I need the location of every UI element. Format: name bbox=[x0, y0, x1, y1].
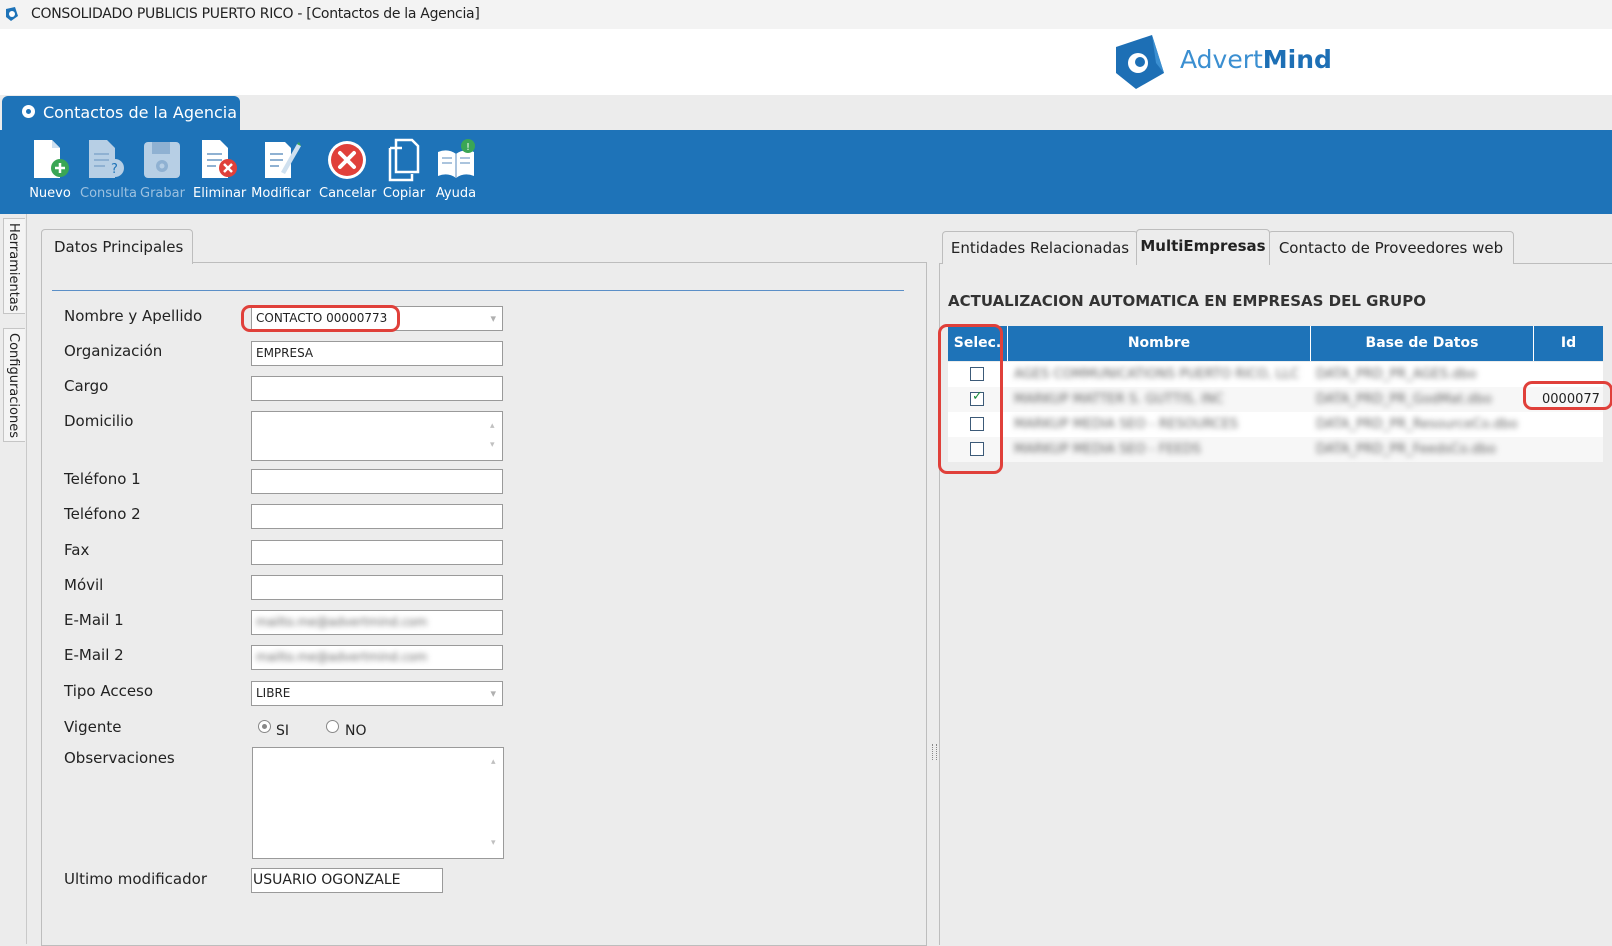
movil-field[interactable] bbox=[251, 575, 503, 600]
vigente-label: Vigente bbox=[64, 718, 122, 736]
organizacion-label: Organización bbox=[64, 342, 163, 360]
email2-field[interactable]: mailto.me@advertmind.com bbox=[251, 645, 503, 670]
tipo-acceso-label: Tipo Acceso bbox=[64, 682, 154, 700]
cancel-icon bbox=[328, 141, 366, 179]
consulta-button[interactable]: ? Consulta bbox=[80, 138, 137, 210]
brand-bar: AdvertMind bbox=[0, 29, 1612, 95]
row-checkbox[interactable] bbox=[970, 367, 984, 381]
nombre-label: Nombre y Apellido bbox=[64, 307, 203, 325]
domicilio-textarea[interactable] bbox=[251, 411, 503, 461]
row-checkbox[interactable] bbox=[970, 417, 984, 431]
telefono2-field[interactable] bbox=[251, 504, 503, 529]
ayuda-button[interactable]: ! Ayuda bbox=[432, 138, 480, 210]
nombre-combo[interactable]: CONTACTO 00000773 bbox=[251, 306, 503, 331]
telefono1-label: Teléfono 1 bbox=[64, 470, 141, 488]
logo-text: AdvertMind bbox=[1180, 45, 1332, 74]
table-row[interactable]: MARKUP MEDIA SEO - FEEDS DATA_PRD_PR_Fee… bbox=[948, 437, 1603, 462]
copy-icon bbox=[388, 138, 420, 182]
table-row[interactable]: MARKUP MATTER S. GUTTIS, INC DATA_PRD_PR… bbox=[948, 387, 1603, 412]
domicilio-scrollbar[interactable] bbox=[488, 415, 500, 457]
help-book-icon: ! bbox=[438, 139, 475, 178]
ultimo-modificador-field: USUARIO OGONZALE bbox=[251, 868, 443, 893]
domicilio-label: Domicilio bbox=[64, 412, 134, 430]
ribbon-toolbar: Nuevo ? Consulta Grabar Eliminar Modific… bbox=[0, 130, 1612, 214]
fax-label: Fax bbox=[64, 541, 90, 559]
header-selec[interactable]: Selec. bbox=[948, 326, 1008, 361]
side-tab-herramientas[interactable]: Herramientas bbox=[3, 218, 25, 314]
header-nombre[interactable]: Nombre bbox=[1008, 326, 1311, 361]
query-doc-icon: ? bbox=[89, 140, 124, 178]
fax-field[interactable] bbox=[251, 540, 503, 565]
vigente-no-radio[interactable] bbox=[326, 720, 339, 733]
movil-label: Móvil bbox=[64, 576, 104, 594]
eliminar-button[interactable]: Eliminar bbox=[193, 138, 246, 210]
header-base-datos[interactable]: Base de Datos bbox=[1311, 326, 1534, 361]
vigente-no-label: NO bbox=[345, 723, 367, 739]
svg-text:!: ! bbox=[466, 142, 470, 153]
logo-mark-icon bbox=[1116, 35, 1164, 89]
tab-multiempresas[interactable]: MultiEmpresas bbox=[1136, 229, 1270, 265]
email1-label: E-Mail 1 bbox=[64, 611, 124, 629]
grabar-button[interactable]: Grabar bbox=[140, 138, 185, 210]
app-icon bbox=[6, 7, 18, 21]
window-title: CONSOLIDADO PUBLICIS PUERTO RICO - [Cont… bbox=[31, 6, 480, 22]
panel-splitter[interactable] bbox=[932, 744, 937, 760]
table-row[interactable]: MARKUP MEDIA SEO - RESOURCES DATA_PRD_PR… bbox=[948, 412, 1603, 437]
cargo-label: Cargo bbox=[64, 377, 109, 395]
telefono1-field[interactable] bbox=[251, 469, 503, 494]
organizacion-field[interactable]: EMPRESA bbox=[251, 341, 503, 366]
tab-entidades-relacionadas[interactable]: Entidades Relacionadas bbox=[942, 231, 1138, 264]
email1-field[interactable]: mailto.me@advertmind.com bbox=[251, 610, 503, 635]
telefono2-label: Teléfono 2 bbox=[64, 505, 141, 523]
tipo-acceso-combo[interactable]: LIBRE bbox=[251, 681, 503, 706]
ribbon-tab-icon bbox=[22, 105, 35, 118]
row-checkbox[interactable] bbox=[970, 442, 984, 456]
observaciones-textarea[interactable] bbox=[252, 747, 504, 859]
observaciones-scrollbar[interactable] bbox=[489, 751, 501, 855]
nuevo-button[interactable]: Nuevo bbox=[28, 138, 72, 210]
new-doc-icon bbox=[34, 140, 69, 178]
email2-label: E-Mail 2 bbox=[64, 646, 124, 664]
tab-datos-principales[interactable]: Datos Principales bbox=[41, 229, 193, 264]
modificar-button[interactable]: Modificar bbox=[251, 138, 311, 210]
table-row[interactable]: AGES COMMUNICATIONS PUERTO RICO, LLC DAT… bbox=[948, 362, 1603, 387]
ribbon-tab-contactos[interactable]: Contactos de la Agencia bbox=[2, 96, 240, 130]
observaciones-label: Observaciones bbox=[64, 749, 175, 767]
tab-contacto-proveedores-web[interactable]: Contacto de Proveedores web bbox=[1268, 231, 1514, 264]
save-disk-icon bbox=[144, 142, 180, 178]
vigente-si-label: SI bbox=[276, 723, 290, 739]
cargo-field[interactable] bbox=[251, 376, 503, 401]
delete-doc-icon bbox=[202, 140, 237, 178]
title-bar: CONSOLIDADO PUBLICIS PUERTO RICO - [Cont… bbox=[0, 0, 1612, 29]
cancelar-button[interactable]: Cancelar bbox=[319, 138, 376, 210]
section-title: ACTUALIZACION AUTOMATICA EN EMPRESAS DEL… bbox=[948, 292, 1426, 310]
row-checkbox[interactable] bbox=[970, 389, 984, 406]
vigente-si-radio[interactable] bbox=[258, 720, 271, 733]
copiar-button[interactable]: Copiar bbox=[382, 138, 426, 210]
panel-divider bbox=[52, 290, 904, 291]
side-tabs: Herramientas Configuraciones bbox=[0, 214, 27, 944]
ultimo-modificador-label: Ultimo modificador bbox=[64, 870, 207, 888]
header-id[interactable]: Id bbox=[1534, 326, 1603, 361]
side-tab-configuraciones[interactable]: Configuraciones bbox=[3, 328, 25, 442]
svg-text:?: ? bbox=[111, 162, 118, 177]
edit-doc-icon bbox=[265, 142, 301, 178]
row-id: 00000773 bbox=[1542, 392, 1600, 407]
